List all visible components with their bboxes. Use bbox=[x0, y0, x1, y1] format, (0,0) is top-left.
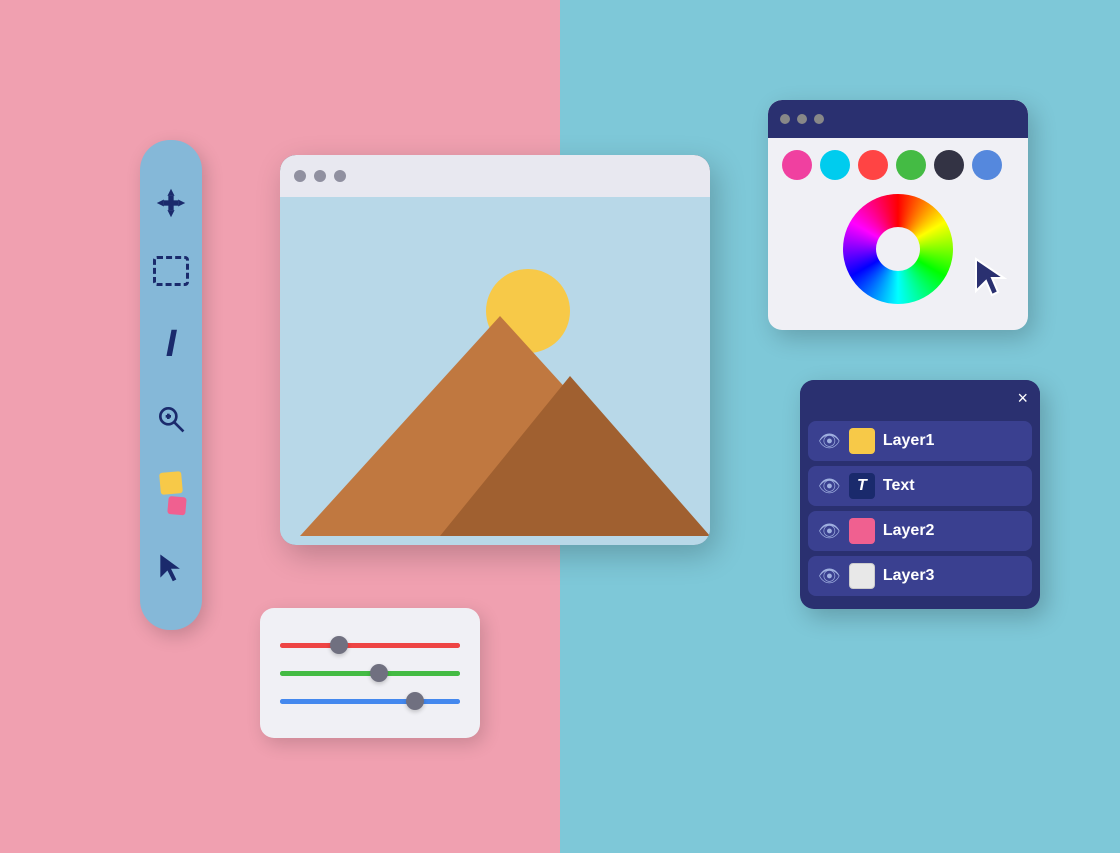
layer-row[interactable]: 👁 Layer3 bbox=[808, 556, 1032, 596]
layer-row[interactable]: 👁 Layer2 bbox=[808, 511, 1032, 551]
slider-thumb-green[interactable] bbox=[370, 664, 388, 682]
layer-text-icon: T bbox=[849, 473, 875, 499]
titlebar-dot-2 bbox=[314, 170, 326, 182]
slider-track-blue bbox=[280, 699, 460, 704]
cp-dot-2 bbox=[797, 114, 807, 124]
text-tool[interactable]: I bbox=[166, 323, 177, 366]
zoom-tool[interactable] bbox=[155, 403, 187, 435]
slider-row-red bbox=[280, 638, 460, 652]
eye-icon: 👁 bbox=[818, 476, 841, 497]
slider-thumb-red[interactable] bbox=[330, 636, 348, 654]
titlebar-dot-3 bbox=[334, 170, 346, 182]
slider-row-green bbox=[280, 666, 460, 680]
move-tool[interactable] bbox=[155, 187, 187, 219]
color-swatches bbox=[768, 138, 1028, 188]
layer-name-text: Text bbox=[883, 477, 915, 495]
sliders-panel bbox=[260, 608, 480, 738]
color-cursor bbox=[972, 255, 1012, 304]
selection-tool[interactable] bbox=[153, 256, 189, 286]
layer-name-3: Layer3 bbox=[883, 567, 935, 585]
slider-track-green bbox=[280, 671, 460, 676]
stickers-tool[interactable] bbox=[160, 472, 182, 514]
canvas-titlebar bbox=[280, 155, 710, 197]
swatch-pink[interactable] bbox=[782, 150, 812, 180]
slider-thumb-blue[interactable] bbox=[406, 692, 424, 710]
eye-icon: 👁 bbox=[818, 431, 841, 452]
swatch-cyan[interactable] bbox=[820, 150, 850, 180]
eye-icon: 👁 bbox=[818, 566, 841, 587]
swatch-blue[interactable] bbox=[972, 150, 1002, 180]
swatch-dark[interactable] bbox=[934, 150, 964, 180]
eye-icon: 👁 bbox=[818, 521, 841, 542]
layer-thumb-2 bbox=[849, 518, 875, 544]
color-wheel-center bbox=[876, 227, 920, 271]
swatch-green[interactable] bbox=[896, 150, 926, 180]
layers-panel: × 👁 Layer1 👁 T Text 👁 Layer2 👁 Layer3 bbox=[800, 380, 1040, 609]
layers-titlebar: × bbox=[800, 380, 1040, 416]
cursor-tool[interactable] bbox=[155, 551, 187, 583]
color-wheel-area[interactable] bbox=[768, 188, 1028, 312]
cp-dot-3 bbox=[814, 114, 824, 124]
mountain-scene bbox=[280, 206, 710, 536]
layer-row[interactable]: 👁 T Text bbox=[808, 466, 1032, 506]
cp-dot-1 bbox=[780, 114, 790, 124]
color-picker-titlebar bbox=[768, 100, 1028, 138]
toolbar: I bbox=[140, 140, 202, 630]
close-button[interactable]: × bbox=[1017, 388, 1028, 409]
slider-track-red bbox=[280, 643, 460, 648]
canvas-content bbox=[280, 197, 710, 545]
layer-thumb-3 bbox=[849, 563, 875, 589]
color-wheel[interactable] bbox=[843, 194, 953, 304]
layer-name-1: Layer1 bbox=[883, 432, 935, 450]
titlebar-dot-1 bbox=[294, 170, 306, 182]
layer-row[interactable]: 👁 Layer1 bbox=[808, 421, 1032, 461]
layer-thumb-1 bbox=[849, 428, 875, 454]
color-picker-window bbox=[768, 100, 1028, 330]
layer-name-2: Layer2 bbox=[883, 522, 935, 540]
canvas-window bbox=[280, 155, 710, 545]
slider-row-blue bbox=[280, 694, 460, 708]
swatch-red[interactable] bbox=[858, 150, 888, 180]
